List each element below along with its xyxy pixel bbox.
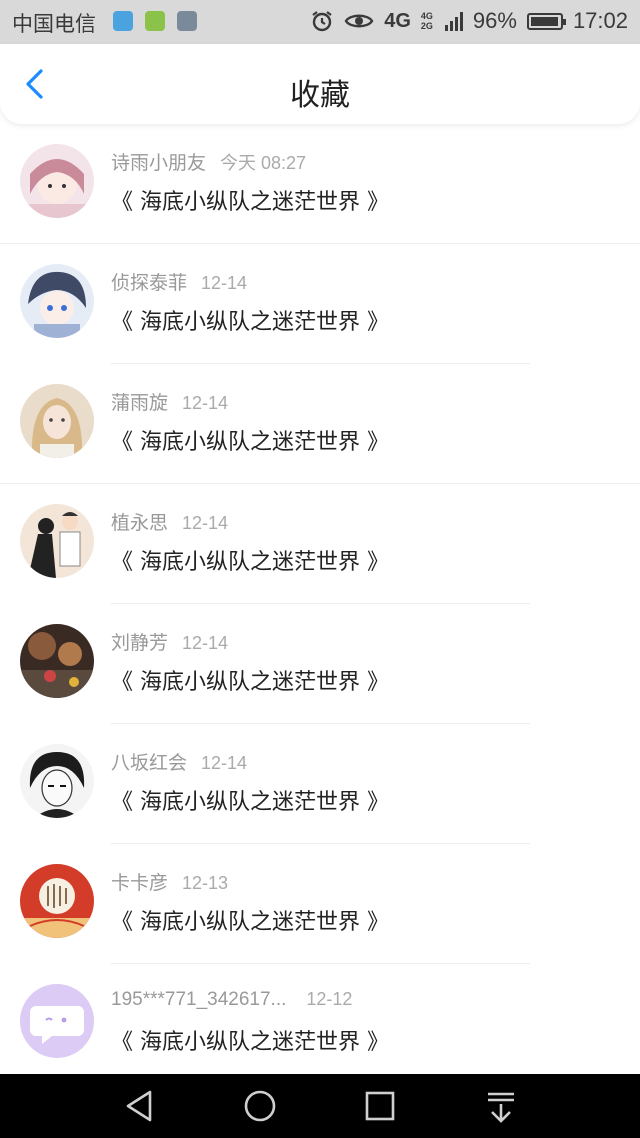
app-notification-icon bbox=[113, 11, 133, 31]
status-bar: 中国电信 4G 4G 2G 96% 17:02 bbox=[0, 0, 640, 44]
nav-home-button[interactable] bbox=[242, 1088, 278, 1124]
item-date: 12-13 bbox=[182, 873, 229, 893]
item-date: 12-14 bbox=[182, 633, 229, 653]
item-date: 12-14 bbox=[201, 753, 248, 773]
list-item[interactable]: 诗雨小朋友 今天 08:27 《 海底小纵队之迷茫世界 》 bbox=[0, 124, 640, 244]
avatar[interactable] bbox=[20, 144, 94, 218]
item-meta: 蒲雨旋 12-14 bbox=[111, 388, 228, 415]
status-icons: 4G 4G 2G 96% 17:02 bbox=[310, 8, 628, 34]
avatar[interactable] bbox=[20, 384, 94, 458]
network-label: 4G bbox=[384, 9, 411, 32]
item-meta: 八坂红会 12-14 bbox=[111, 748, 247, 775]
network-sub-label: 4G 2G bbox=[420, 11, 433, 31]
item-meta: 195***771_342617... 12-12 bbox=[111, 988, 352, 1011]
avatar[interactable] bbox=[20, 504, 94, 578]
user-name: 植永思 bbox=[111, 512, 169, 534]
avatar[interactable] bbox=[20, 744, 94, 818]
item-meta: 侦探泰菲 12-14 bbox=[111, 268, 247, 295]
avatar[interactable] bbox=[20, 984, 94, 1058]
list-item[interactable]: 植永思 12-14 《 海底小纵队之迷茫世界 》 bbox=[0, 484, 640, 604]
recents-square-icon bbox=[365, 1091, 395, 1121]
user-name: 侦探泰菲 bbox=[111, 272, 188, 294]
item-date: 12-12 bbox=[306, 989, 353, 1009]
item-title: 《 海底小纵队之迷茫世界 》 bbox=[111, 190, 389, 215]
user-name: 刘静芳 bbox=[111, 632, 169, 654]
item-title: 《 海底小纵队之迷茫世界 》 bbox=[111, 670, 389, 695]
list-item[interactable]: 八坂红会 12-14 《 海底小纵队之迷茫世界 》 bbox=[0, 724, 640, 844]
item-title: 《 海底小纵队之迷茫世界 》 bbox=[111, 430, 389, 455]
battery-percent: 96% bbox=[472, 8, 517, 33]
alarm-icon bbox=[312, 11, 332, 32]
pull-down-icon bbox=[488, 1092, 514, 1123]
clock: 17:02 bbox=[572, 8, 628, 33]
item-title: 《 海底小纵队之迷茫世界 》 bbox=[111, 910, 389, 935]
system-nav-bar bbox=[0, 1074, 640, 1138]
list-item[interactable]: 卡卡彦 12-13 《 海底小纵队之迷茫世界 》 bbox=[0, 844, 640, 964]
nav-recents-button[interactable] bbox=[362, 1088, 398, 1124]
favorites-list: 诗雨小朋友 今天 08:27 《 海底小纵队之迷茫世界 》 侦探泰菲 12-14 《… bbox=[0, 124, 640, 1084]
item-meta: 植永思 12-14 bbox=[111, 508, 228, 535]
battery-fill bbox=[530, 16, 558, 26]
list-item[interactable]: 侦探泰菲 12-14 《 海底小纵队之迷茫世界 》 bbox=[0, 244, 640, 364]
eye-icon bbox=[344, 14, 374, 28]
home-circle-icon bbox=[244, 1090, 276, 1122]
top-bar: 收藏 bbox=[0, 44, 640, 124]
signal-icon bbox=[444, 11, 463, 31]
item-date: 12-14 bbox=[201, 273, 248, 293]
item-date: 12-14 bbox=[182, 513, 229, 533]
avatar[interactable] bbox=[20, 864, 94, 938]
item-title: 《 海底小纵队之迷茫世界 》 bbox=[111, 790, 389, 815]
user-name: 卡卡彦 bbox=[111, 872, 169, 894]
list-item[interactable]: 195***771_342617... 12-12 《 海底小纵队之迷茫世界 》 bbox=[0, 964, 640, 1084]
item-date: 12-14 bbox=[182, 393, 229, 413]
item-title: 《 海底小纵队之迷茫世界 》 bbox=[111, 1030, 389, 1055]
nav-notification-button[interactable] bbox=[483, 1088, 519, 1124]
nav-back-button[interactable] bbox=[122, 1088, 158, 1124]
user-name: 195***771_342617... bbox=[111, 989, 287, 1010]
user-name: 八坂红会 bbox=[111, 752, 188, 774]
avatar[interactable] bbox=[20, 264, 94, 338]
carrier-label: 中国电信 bbox=[12, 12, 96, 36]
avatar[interactable] bbox=[20, 624, 94, 698]
battery-icon bbox=[526, 12, 566, 30]
list-item[interactable]: 蒲雨旋 12-14 《 海底小纵队之迷茫世界 》 bbox=[0, 364, 640, 484]
user-name: 诗雨小朋友 bbox=[111, 152, 207, 174]
item-meta: 刘静芳 12-14 bbox=[111, 628, 228, 655]
item-title: 《 海底小纵队之迷茫世界 》 bbox=[111, 550, 389, 575]
item-title: 《 海底小纵队之迷茫世界 》 bbox=[111, 310, 389, 335]
user-name: 蒲雨旋 bbox=[111, 392, 169, 414]
list-item[interactable]: 刘静芳 12-14 《 海底小纵队之迷茫世界 》 bbox=[0, 604, 640, 724]
item-meta: 卡卡彦 12-13 bbox=[111, 868, 228, 895]
app-notification-icon bbox=[145, 11, 165, 31]
back-triangle-icon bbox=[126, 1090, 152, 1122]
item-date: 今天 08:27 bbox=[220, 153, 307, 173]
item-meta: 诗雨小朋友 今天 08:27 bbox=[111, 148, 306, 175]
page-title: 收藏 bbox=[290, 78, 350, 113]
image-notification-icon bbox=[177, 11, 197, 31]
